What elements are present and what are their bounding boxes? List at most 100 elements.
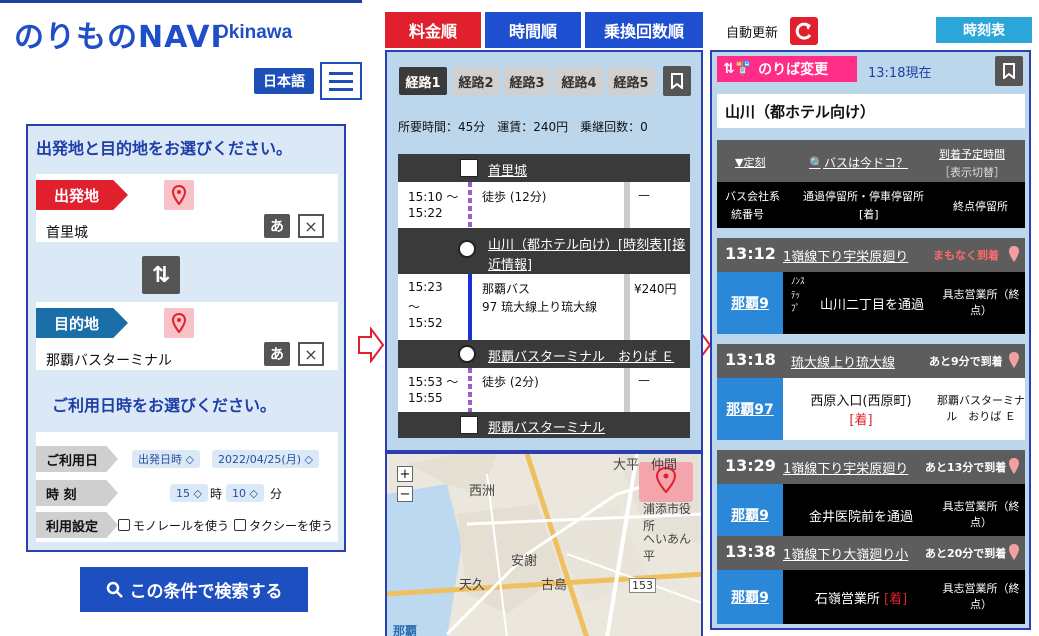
- start-stop-link[interactable]: 首里城: [488, 160, 527, 179]
- tab-sort-transfers[interactable]: 乗換回数順: [585, 12, 703, 48]
- status-badge: あと20分で到着: [925, 547, 1007, 560]
- map-label: 那覇: [393, 624, 418, 636]
- stop-name: 山川（都ホテル向け）: [717, 94, 1025, 128]
- origin-map-pin-button[interactable]: [164, 180, 194, 210]
- tab-route-4[interactable]: 経路4: [555, 67, 603, 95]
- destination-kana-button[interactable]: あ: [264, 342, 290, 366]
- status-badge: あと13分で到着: [925, 461, 1007, 474]
- map-label: 浦添市役所: [643, 502, 692, 533]
- date-label: ご利用日: [36, 446, 118, 472]
- step-board-stop: 山川（都ホテル向け）[時刻表][接 近情報]: [398, 228, 690, 274]
- platform-change-icon: ⇅🚏: [723, 61, 753, 77]
- route-summary: 所要時間：45分 運賃：240円 乗継回数：0: [398, 120, 648, 134]
- platform-change-badge[interactable]: ⇅🚏 のりば変更: [717, 56, 857, 82]
- bus-card-3[interactable]: 13:29 1嶺線下り宇栄原廻り あと13分で到着 那覇9 金井医院前を通過 具…: [717, 450, 1025, 548]
- current-time-label: 13:18現在: [868, 66, 932, 81]
- bus-card-1[interactable]: 13:12 1嶺線下り宇栄原廻り まもなく到着 那覇9 ﾉﾝｽﾃｯﾌﾟ 山川二丁…: [717, 238, 1025, 336]
- board-stop-link[interactable]: 山川（都ホテル向け）: [488, 238, 618, 253]
- time-row: 時 刻 15 ◇ 時 10 ◇ 分: [36, 478, 338, 508]
- step-bus: 15:23 〜 15:52 那覇バス 97 琉大線上り琉大線 ¥240円: [398, 274, 690, 340]
- map-pin-icon: [1009, 544, 1019, 560]
- time-label: 時 刻: [36, 480, 118, 506]
- step-alight-stop: 那覇バスターミナル おりば Ｅ: [398, 340, 690, 368]
- date-section-title: ご利用日時をお選びください。: [52, 396, 277, 415]
- origin-clear-button[interactable]: ×: [298, 214, 324, 238]
- minute-select[interactable]: 10 ◇: [226, 484, 264, 502]
- map-pin-icon: [1009, 246, 1019, 262]
- zoom-in-button[interactable]: +: [397, 466, 413, 482]
- app-logo: のりものNAVI: [14, 20, 223, 55]
- monorail-checkbox[interactable]: モノレールを使う: [118, 517, 229, 534]
- hamburger-menu-button[interactable]: [320, 62, 362, 100]
- destination-value[interactable]: 那覇バスターミナル: [46, 350, 172, 370]
- map-pin-icon: [171, 185, 187, 205]
- bus-card-2[interactable]: 13:18 琉大線上り琉大線 あと9分で到着 那覇97 西原入口(西原町) [着]…: [717, 344, 1025, 442]
- where-is-bus-link[interactable]: 🔍バスは今ドコ？: [809, 154, 908, 171]
- control-row: ▼定刻 🔍バスは今ドコ？ 到着予定時間 ［表示切替］: [717, 140, 1025, 182]
- stop-circle-icon: [458, 240, 476, 258]
- hour-unit: 時: [210, 486, 223, 501]
- search-icon: [106, 581, 123, 598]
- step-walk-2: 15:53 〜 15:55 徒歩 (2分) —: [398, 368, 690, 412]
- tab-sort-fare[interactable]: 料金順: [385, 12, 481, 48]
- search-icon: 🔍: [809, 156, 824, 170]
- bus-line: [468, 274, 472, 340]
- bookmark-icon: [671, 73, 683, 89]
- origin-value[interactable]: 首里城: [46, 222, 88, 242]
- map-label: 西洲: [469, 484, 496, 499]
- stop-circle-icon: [458, 345, 476, 363]
- status-badge: あと9分で到着: [929, 355, 1003, 368]
- map-label: 大平: [613, 458, 640, 473]
- bookmark-button[interactable]: [995, 56, 1023, 86]
- map-pin-icon: [1009, 352, 1019, 368]
- bus-card-4[interactable]: 13:38 1嶺線下り大嶺廻り小 あと20分で到着 那覇9 石嶺営業所 [着] …: [717, 536, 1025, 634]
- tab-sort-time[interactable]: 時間順: [485, 12, 581, 48]
- flow-arrow-icon: [358, 327, 385, 363]
- destination-map-pin-button[interactable]: [164, 308, 194, 338]
- map-label: 安謝: [511, 554, 538, 569]
- origin-kana-button[interactable]: あ: [264, 214, 290, 238]
- approach-info-link[interactable]: [接: [667, 238, 685, 253]
- destination-clear-button[interactable]: ×: [298, 342, 324, 366]
- search-button[interactable]: この条件で検索する: [80, 567, 308, 612]
- arrival-time-toggle[interactable]: 到着予定時間: [939, 146, 1005, 162]
- auto-update-label: 自動更新: [726, 26, 779, 41]
- display-toggle-label[interactable]: ［表示切替］: [939, 164, 1005, 180]
- destination-label: 目的地: [36, 308, 128, 338]
- destination-card: 目的地 那覇バスターミナル あ ×: [36, 302, 338, 370]
- swap-button[interactable]: ⇅: [142, 256, 180, 294]
- schedule-toggle[interactable]: ▼定刻: [735, 154, 765, 170]
- map-label: 仲間: [651, 458, 678, 473]
- timetable-link[interactable]: [時刻表]: [618, 238, 667, 253]
- tab-route-3[interactable]: 経路3: [503, 67, 551, 95]
- minute-unit: 分: [270, 486, 283, 501]
- hour-select[interactable]: 15 ◇: [170, 484, 208, 502]
- date-select[interactable]: 2022/04/25(月) ◇: [212, 450, 319, 468]
- map-pin-icon: [171, 313, 187, 333]
- step-walk-1: 15:10 〜 15:22 徒歩 (12分) —: [398, 182, 690, 228]
- timetable-button[interactable]: 時刻表: [936, 17, 1032, 43]
- alight-stop-link[interactable]: 那覇バスターミナル おりば Ｅ: [488, 346, 674, 365]
- refresh-button[interactable]: [790, 17, 818, 45]
- settings-card: ご利用日 出発日時 ◇ 2022/04/25(月) ◇ 時 刻 15 ◇ 時 1…: [36, 432, 338, 542]
- map-label: 天久: [459, 578, 486, 593]
- route-map[interactable]: + − 大平 仲間 浦添市役所 西洲 へいあん平 安謝 天久 古島 153 那覇: [385, 452, 703, 636]
- end-stop-link[interactable]: 那覇バスターミナル: [488, 417, 605, 436]
- tab-route-2[interactable]: 経路2: [452, 67, 500, 95]
- bookmark-button[interactable]: [663, 66, 691, 96]
- tab-route-5[interactable]: 経路5: [607, 67, 655, 95]
- walk-line: [468, 182, 472, 228]
- stop-square-icon: [460, 159, 478, 177]
- step-end-stop: 那覇バスターミナル: [398, 412, 690, 438]
- date-row: ご利用日 出発日時 ◇ 2022/04/25(月) ◇: [36, 444, 338, 474]
- tab-route-1[interactable]: 経路1: [399, 67, 447, 95]
- stop-square-icon: [460, 416, 478, 434]
- map-pin-icon: [1009, 458, 1019, 474]
- taxi-checkbox[interactable]: タクシーを使う: [234, 517, 333, 534]
- zoom-out-button[interactable]: −: [397, 486, 413, 502]
- approach-info-link-cont[interactable]: 近情報]: [488, 254, 532, 273]
- date-type-select[interactable]: 出発日時 ◇: [132, 450, 200, 468]
- language-button[interactable]: 日本語: [254, 68, 314, 94]
- walk-line: [468, 368, 472, 412]
- options-row: 利用設定 モノレールを使う タクシーを使う: [36, 510, 338, 540]
